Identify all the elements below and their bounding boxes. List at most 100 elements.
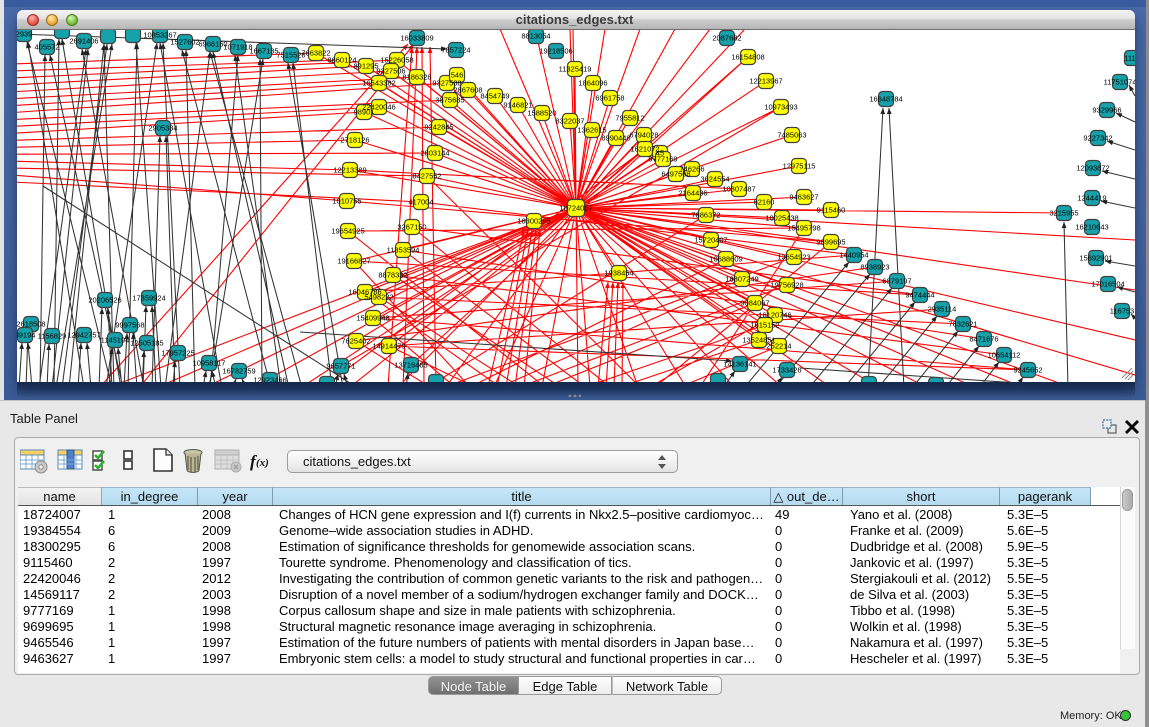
svg-text:1156829: 1156829 [38,332,67,341]
svg-text:8427552: 8427552 [412,172,441,181]
svg-text:16210643: 16210643 [1075,223,1108,232]
svg-text:9777169: 9777169 [648,155,677,164]
svg-text:8938923: 8938923 [860,263,889,272]
svg-text:18807249: 18807249 [725,275,758,284]
svg-text:9899695: 9899695 [816,238,845,247]
svg-text:9463627: 9463627 [789,193,818,202]
svg-text:7485063: 7485063 [777,131,806,140]
svg-text:9115460: 9115460 [817,206,846,215]
svg-text:2164436: 2164436 [678,189,707,198]
svg-text:1588520: 1588520 [527,109,556,118]
svg-text:3267150: 3267150 [397,223,426,232]
svg-text:9242845: 9242845 [424,123,453,132]
svg-text:7632621: 7632621 [948,320,977,329]
svg-text:2867608: 2867608 [453,86,482,95]
svg-text:2618508: 2618508 [17,320,46,329]
svg-text:6497568: 6497568 [661,170,690,179]
svg-text:8813054: 8813054 [521,32,550,41]
svg-text:405572: 405572 [34,43,59,52]
svg-text:20206526: 20206526 [88,296,121,305]
svg-text:11325419: 11325419 [559,65,592,74]
svg-text:12975115: 12975115 [783,162,816,171]
svg-text:2718126: 2718126 [340,136,369,145]
svg-text:22420046: 22420046 [362,103,395,112]
svg-text:3215955: 3215955 [1049,209,1078,218]
svg-text:9245652: 9245652 [1013,366,1042,375]
svg-text:15495798: 15495798 [787,224,820,233]
svg-text:1864096: 1864096 [578,79,607,88]
svg-text:14914479: 14914479 [372,342,405,351]
svg-text:6961758: 6961758 [595,94,624,103]
svg-text:1615152: 1615152 [750,321,779,330]
svg-text:8990448: 8990448 [601,134,630,143]
svg-text:252214: 252214 [766,342,791,351]
svg-text:11751074: 11751074 [1104,78,1135,87]
svg-text:16120746: 16120746 [758,311,791,320]
svg-text:10958117: 10958117 [193,359,226,368]
svg-text:3624554: 3624554 [700,175,729,184]
svg-text:9997568: 9997568 [115,321,144,330]
svg-text:15226058: 15226058 [380,56,413,65]
svg-text:3875685: 3875685 [435,96,464,105]
svg-text:7955812: 7955812 [615,114,644,123]
svg-text:1733426: 1733426 [772,366,801,375]
svg-text:9084067: 9084067 [740,299,769,308]
svg-text:1112: 1112 [1124,54,1135,63]
svg-text:19756928: 19756928 [770,281,803,290]
svg-text:9327506: 9327506 [376,67,405,76]
svg-text:2939: 2939 [17,30,32,39]
svg-text:19166827: 19166827 [337,257,370,266]
svg-text:2803144: 2803144 [420,149,449,158]
svg-text:12213967: 12213967 [749,77,782,86]
svg-text:17359924: 17359924 [132,294,165,303]
svg-text:10807487: 10807487 [722,185,755,194]
svg-text:8322037: 8322037 [555,117,584,126]
svg-text:19218506: 19218506 [539,47,572,56]
svg-text:8186328: 8186328 [402,73,431,82]
svg-text:1667135: 1667135 [249,47,278,56]
svg-text:1145194: 1145194 [101,336,130,345]
svg-text:10654112: 10654112 [988,351,1021,360]
svg-text:9474444: 9474444 [905,291,934,300]
svg-text:9329966: 9329966 [1092,106,1121,115]
svg-text:2087682: 2087682 [712,34,741,43]
svg-text:7663822: 7663822 [301,49,330,58]
svg-text:10688609: 10688609 [709,255,742,264]
svg-text:8471676: 8471676 [969,335,998,344]
svg-text:8454749: 8454749 [480,92,509,101]
svg-text:12505185: 12505185 [130,339,163,348]
svg-text:12093872: 12093872 [1076,164,1109,173]
svg-text:1010755: 1010755 [332,197,361,206]
svg-text:6879197: 6879197 [882,277,911,286]
svg-text:16154808: 16154808 [731,53,764,62]
svg-text:16648784: 16648784 [869,95,902,104]
svg-text:18724007: 18724007 [559,204,592,213]
svg-text:8878332: 8878332 [378,271,407,280]
svg-text:18300295: 18300295 [517,217,550,226]
svg-text:16543382: 16543382 [362,79,395,88]
svg-text:417004: 417004 [408,198,433,207]
svg-text:10025438: 10025438 [765,214,798,223]
svg-text:62160: 62160 [754,198,775,207]
svg-text:(x): (x) [256,457,269,469]
svg-text:16033809: 16033809 [400,34,433,43]
svg-text:11353594: 11353594 [387,246,420,255]
svg-text:13654923: 13654923 [777,253,810,262]
svg-text:9657771: 9657771 [326,362,355,371]
svg-text:1244419: 1244419 [1077,194,1106,203]
svg-text:1071918: 1071918 [223,43,252,52]
svg-text:17957225: 17957225 [161,349,194,358]
svg-text:1527602: 1527602 [170,38,199,47]
svg-text:891295: 891295 [353,62,378,71]
svg-text:12942757: 12942757 [67,331,100,340]
svg-text:8660124: 8660124 [327,56,356,65]
svg-text:39194: 39194 [17,331,35,340]
svg-text:7886372: 7886372 [691,211,720,220]
svg-text:546: 546 [451,71,464,80]
svg-text:13716485: 13716485 [394,361,427,370]
svg-text:14136141: 14136141 [723,360,756,369]
svg-text:2935114: 2935114 [928,305,957,314]
svg-text:12213389: 12213389 [333,166,366,175]
svg-text:1938454: 1938454 [604,269,633,278]
svg-text:116753: 116753 [1110,307,1134,316]
